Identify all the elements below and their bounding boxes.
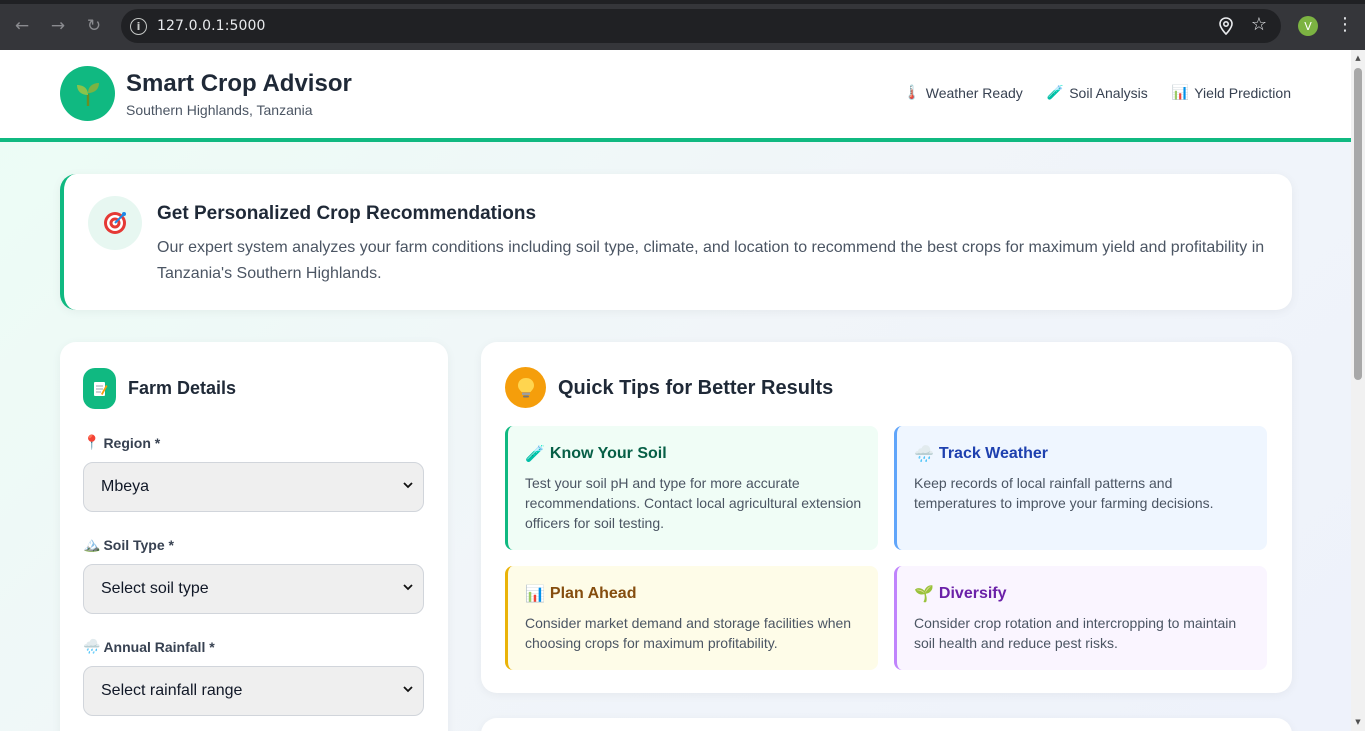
bookmark-star-icon[interactable]: ☆ xyxy=(1251,14,1267,35)
tip-title: Plan Ahead xyxy=(549,584,637,602)
soil-type-label-text: Soil Type * xyxy=(103,537,174,553)
next-card xyxy=(481,718,1292,731)
address-bar[interactable]: i 127.0.0.1:5000 ☆ xyxy=(121,9,1281,43)
tip-heading: 🧪 Know Your Soil xyxy=(525,444,862,463)
profile-avatar[interactable]: V xyxy=(1298,16,1318,36)
bar-chart-icon: 📊 xyxy=(525,584,545,603)
page-scrollbar[interactable]: ▲ ▼ xyxy=(1351,50,1365,731)
pin-icon: 📍 xyxy=(83,435,101,451)
target-icon xyxy=(88,196,142,250)
nav-item-soil[interactable]: 🧪 Soil Analysis xyxy=(1047,85,1148,101)
browser-toolbar: ← → ↻ i 127.0.0.1:5000 ☆ V ⋮ xyxy=(0,0,1365,50)
browser-menu-icon[interactable]: ⋮ xyxy=(1336,14,1354,35)
seedling-icon: 🌱 xyxy=(914,584,934,603)
intro-text: Our expert system analyzes your farm con… xyxy=(157,239,1265,282)
farm-details-card: Farm Details 📍 Region * Mbeya 🏔️ Soil Ty… xyxy=(60,342,448,731)
intro-title: Get Personalized Crop Recommendations xyxy=(157,203,537,224)
page-viewport: Smart Crop Advisor Southern Highlands, T… xyxy=(0,50,1351,731)
soil-type-select-value: Select soil type xyxy=(101,580,209,597)
scroll-up-arrow-icon[interactable]: ▲ xyxy=(1354,54,1362,62)
region-select[interactable]: Mbeya xyxy=(83,462,424,512)
farm-details-title: Farm Details xyxy=(128,378,237,398)
forward-icon[interactable]: → xyxy=(46,14,70,38)
lightbulb-icon xyxy=(505,367,546,408)
thermometer-icon: 🌡️ xyxy=(903,85,921,101)
tip-plan-ahead: 📊 Plan Ahead Consider market demand and … xyxy=(505,566,878,670)
test-tube-icon: 🧪 xyxy=(525,444,545,463)
top-nav: 🌡️ Weather Ready 🧪 Soil Analysis 📊 Yield… xyxy=(903,85,1291,101)
region-select-value: Mbeya xyxy=(101,478,150,495)
scrollbar-thumb[interactable] xyxy=(1354,68,1362,380)
app-subtitle: Southern Highlands, Tanzania xyxy=(126,102,313,118)
tip-know-your-soil: 🧪 Know Your Soil Test your soil pH and t… xyxy=(505,426,878,550)
rain-cloud-icon: 🌧️ xyxy=(914,444,934,463)
soil-type-select[interactable]: Select soil type xyxy=(83,564,424,614)
tip-title: Track Weather xyxy=(938,444,1049,462)
tip-title: Diversify xyxy=(938,584,1007,602)
tip-text: Consider market demand and storage facil… xyxy=(525,615,852,651)
app-title: Smart Crop Advisor xyxy=(126,70,352,97)
url-text[interactable]: 127.0.0.1:5000 xyxy=(157,18,266,34)
region-label-text: Region * xyxy=(103,435,161,451)
rainfall-select[interactable]: Select rainfall range xyxy=(83,666,424,716)
nav-item-weather[interactable]: 🌡️ Weather Ready xyxy=(903,85,1022,101)
tip-heading: 🌧️ Track Weather xyxy=(914,444,1251,463)
app-header: Smart Crop Advisor Southern Highlands, T… xyxy=(0,50,1351,142)
tab-strip xyxy=(0,0,1365,4)
chevron-down-icon xyxy=(403,584,413,591)
rainfall-label: 🌧️ Annual Rainfall * xyxy=(83,639,215,655)
chevron-down-icon xyxy=(403,482,413,489)
bar-chart-icon: 📊 xyxy=(1171,85,1190,101)
tip-text: Keep records of local rainfall patterns … xyxy=(914,475,1214,511)
back-icon[interactable]: ← xyxy=(10,14,34,38)
rain-cloud-icon: 🌧️ xyxy=(83,639,101,655)
test-tube-icon: 🧪 xyxy=(1046,85,1065,101)
nav-item-label: Soil Analysis xyxy=(1069,85,1148,101)
mountain-icon: 🏔️ xyxy=(83,537,101,553)
rainfall-label-text: Annual Rainfall * xyxy=(103,639,215,655)
tip-diversify: 🌱 Diversify Consider crop rotation and i… xyxy=(894,566,1267,670)
seedling-icon xyxy=(76,82,99,106)
nav-item-yield[interactable]: 📊 Yield Prediction xyxy=(1172,85,1291,101)
location-pin-icon[interactable] xyxy=(1219,17,1233,35)
nav-item-label: Weather Ready xyxy=(925,85,1023,101)
tip-text: Test your soil pH and type for more accu… xyxy=(525,475,862,531)
tip-title: Know Your Soil xyxy=(549,444,667,462)
tip-text: Consider crop rotation and intercropping… xyxy=(914,615,1237,651)
reload-icon[interactable]: ↻ xyxy=(82,14,106,38)
intro-card: Get Personalized Crop Recommendations Ou… xyxy=(60,174,1292,310)
memo-icon xyxy=(83,368,116,409)
site-info-icon[interactable]: i xyxy=(130,17,147,35)
tip-track-weather: 🌧️ Track Weather Keep records of local r… xyxy=(894,426,1267,550)
quick-tips-title: Quick Tips for Better Results xyxy=(558,377,834,399)
logo xyxy=(60,66,115,121)
tip-heading: 🌱 Diversify xyxy=(914,584,1251,603)
rainfall-select-value: Select rainfall range xyxy=(101,682,243,699)
quick-tips-card: Quick Tips for Better Results 🧪 Know You… xyxy=(481,342,1292,693)
region-label: 📍 Region * xyxy=(83,435,160,451)
nav-item-label: Yield Prediction xyxy=(1194,85,1291,101)
chevron-down-icon xyxy=(403,686,413,693)
scroll-down-arrow-icon[interactable]: ▼ xyxy=(1354,718,1362,726)
tip-heading: 📊 Plan Ahead xyxy=(525,584,862,603)
soil-type-label: 🏔️ Soil Type * xyxy=(83,537,174,553)
